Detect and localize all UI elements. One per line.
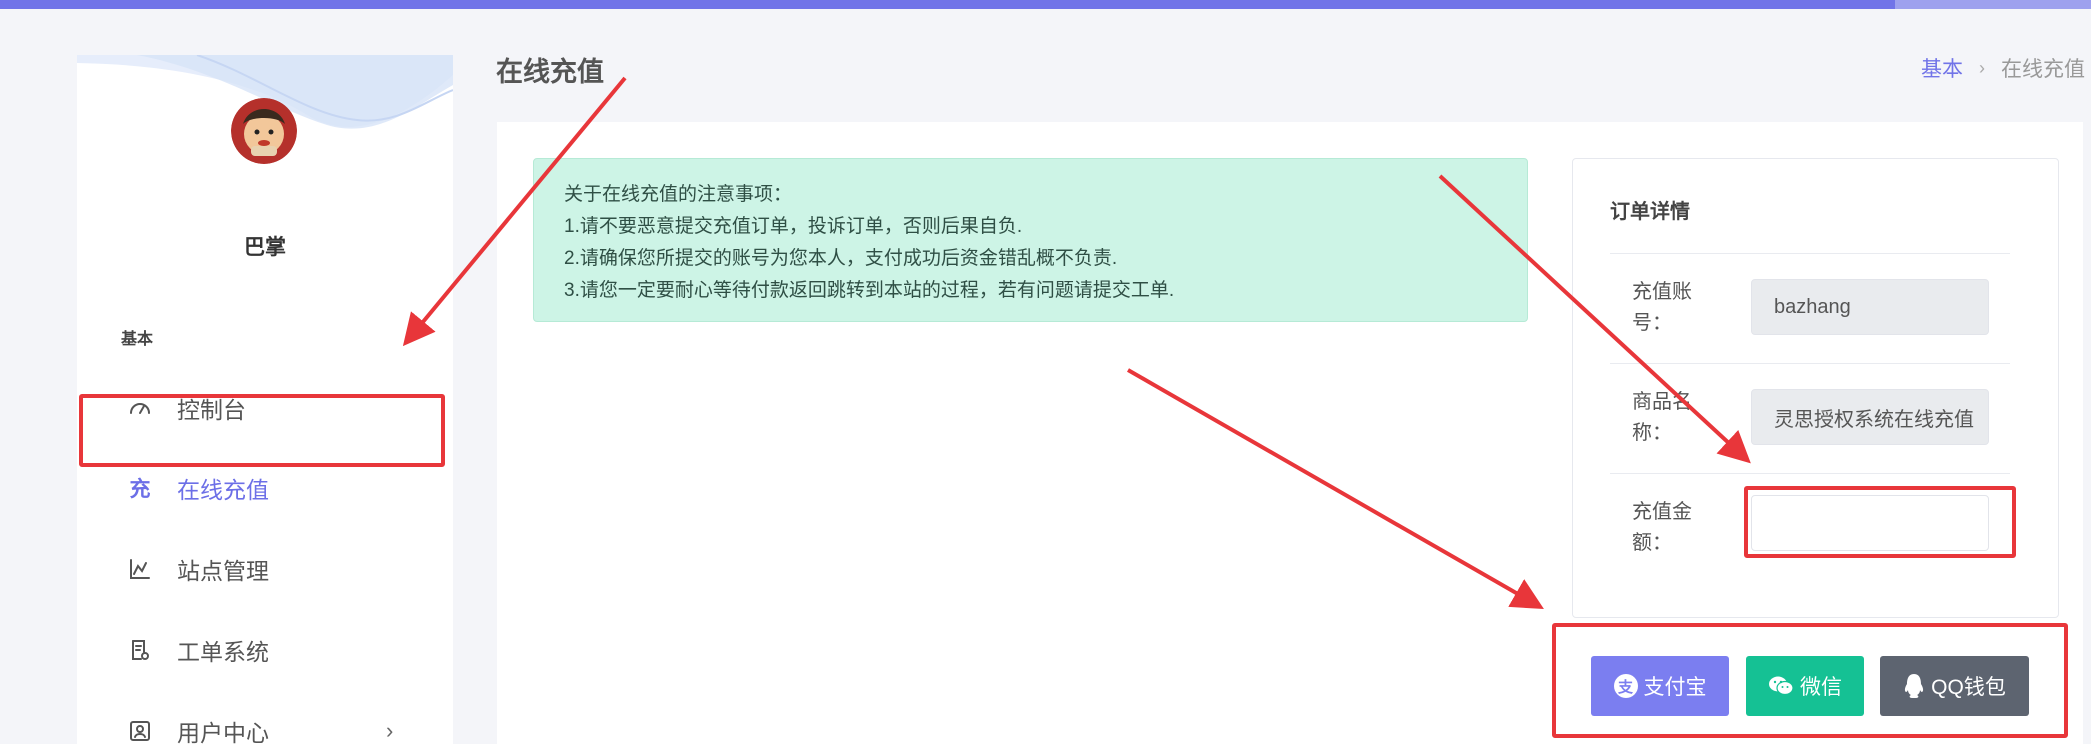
breadcrumb-home-link[interactable]: 基本 [1921,53,1963,83]
sidebar-item-label: 站点管理 [177,558,269,584]
account-field: bazhang [1751,279,1989,335]
product-label-line: 商品名 [1632,391,1692,413]
top-accent-bar-right [1895,0,2091,9]
sidebar-item-label: 在线充值 [177,477,269,503]
amount-label-line: 充值金 [1632,501,1692,523]
divider [1610,253,2010,254]
sidebar-item-tickets[interactable]: 工单系统 [77,617,453,683]
annotation-box-sidebar [79,394,445,467]
notice-alert: 关于在线充值的注意事项： 1.请不要恶意提交充值订单，投诉订单，否则后果自负. … [533,158,1528,322]
notice-line: 2.请确保您所提交的账号为您本人，支付成功后资金错乱概不负责. [564,248,1118,269]
notice-line: 3.请您一定要耐心等待付款返回跳转到本站的过程，若有问题请提交工单. [564,280,1175,301]
breadcrumb-separator: › [1979,57,1985,78]
chart-icon [127,556,153,582]
ticket-icon [127,637,153,663]
amount-label-line: 额： [1632,532,1672,554]
chevron-right-icon: › [386,718,394,743]
sidebar-item-label: 工单系统 [177,639,269,665]
annotation-box-amount [1744,486,2016,558]
notice-line: 关于在线充值的注意事项： [564,184,793,205]
sidebar-item-sites[interactable]: 站点管理 [77,536,453,602]
breadcrumb: 基本 › 在线充值 [1921,53,2085,83]
nav-section-label: 基本 [121,331,154,348]
avatar[interactable] [231,98,297,164]
username: 巴掌 [244,236,286,259]
account-label-line: 充值账 [1632,281,1692,303]
notice-line: 1.请不要恶意提交充值订单，投诉订单，否则后果自负. [564,216,1023,237]
product-label-line: 称： [1632,422,1672,444]
order-title: 订单详情 [1610,201,1690,223]
product-label: 商品名 称： [1632,387,1712,449]
product-field: 灵思授权系统在线充值 [1751,389,1989,445]
sidebar-item-user-center[interactable]: 用户中心 › [77,698,453,744]
recharge-icon: 充 [129,478,151,501]
sidebar-item-label: 用户中心 [177,720,269,744]
user-card-icon [127,718,153,744]
divider [1610,473,2010,474]
annotation-box-payment [1552,623,2068,738]
breadcrumb-current: 在线充值 [2001,58,2085,81]
account-label-line: 号： [1632,312,1672,334]
page-title: 在线充值 [496,57,604,87]
top-accent-bar [0,0,2091,9]
divider [1610,363,2010,364]
account-label: 充值账 号： [1632,277,1712,339]
amount-label: 充值金 额： [1632,497,1712,559]
